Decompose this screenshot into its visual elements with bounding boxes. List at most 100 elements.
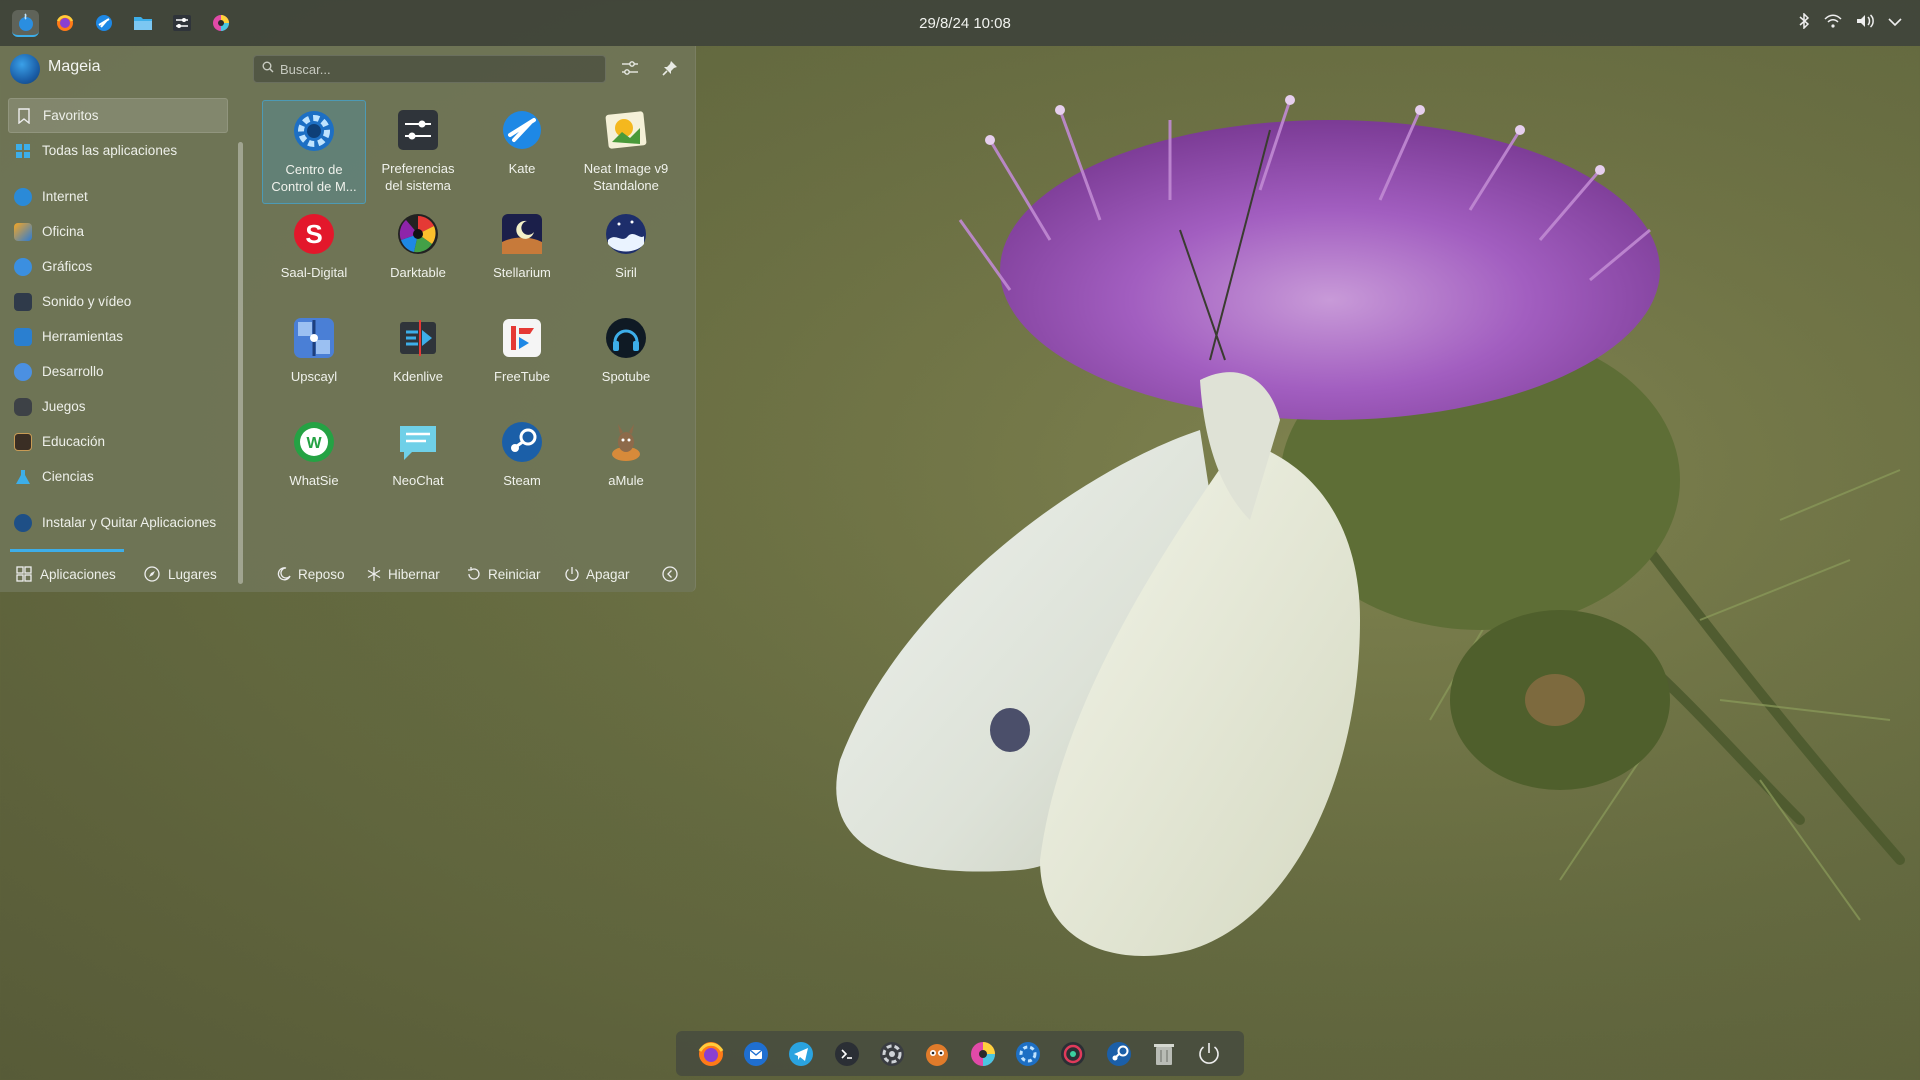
office-icon [14, 222, 32, 241]
svg-text:W: W [306, 435, 322, 452]
restart-label: Reiniciar [488, 566, 541, 582]
category-graphics[interactable]: Gráficos [8, 249, 228, 284]
app-control-center[interactable]: Centro de Control de M... [262, 100, 366, 204]
app-label: WhatSie [289, 473, 339, 488]
avatar[interactable] [10, 54, 40, 84]
category-label: Educación [42, 434, 106, 449]
system-settings-icon [394, 106, 442, 154]
restart-icon [466, 566, 482, 582]
search-box[interactable] [253, 55, 606, 83]
kate-icon[interactable] [90, 10, 117, 37]
pin-button[interactable] [656, 56, 684, 84]
svg-text:S: S [305, 219, 322, 249]
tab-applications[interactable]: Aplicaciones [10, 549, 124, 587]
bookmark-icon [15, 107, 33, 125]
app-kate[interactable]: Kate [470, 100, 574, 204]
whatsie-icon: W [290, 418, 338, 466]
app-freetube[interactable]: FreeTube [470, 308, 574, 412]
app-label: Upscayl [290, 369, 338, 384]
app-label: Saal-Digital [280, 265, 348, 280]
siril-icon [602, 210, 650, 258]
sidebar-scrollbar[interactable] [238, 142, 243, 584]
app-saal-digital[interactable]: S Saal-Digital [262, 204, 366, 308]
install-icon [14, 513, 32, 532]
app-neat-image[interactable]: Neat Image v9 Standalone [574, 100, 678, 204]
trash-icon[interactable] [1149, 1039, 1179, 1069]
firefox-icon[interactable] [696, 1039, 726, 1069]
restart-button[interactable]: Reiniciar [466, 561, 541, 587]
tab-places[interactable]: Lugares [144, 561, 217, 587]
app-spotube[interactable]: Spotube [574, 308, 678, 412]
category-tools[interactable]: Herramientas [8, 319, 228, 354]
steam-icon[interactable] [1104, 1039, 1134, 1069]
shutdown-button[interactable]: Apagar [564, 561, 630, 587]
category-internet[interactable]: Internet [8, 179, 228, 214]
tab-label: Aplicaciones [40, 566, 116, 582]
system-settings-icon[interactable] [168, 10, 195, 37]
mageia-menu-icon[interactable] [12, 9, 39, 37]
category-development[interactable]: Desarrollo [8, 354, 228, 389]
category-label: Internet [42, 189, 88, 204]
more-session-button[interactable] [662, 561, 678, 587]
app-neochat[interactable]: NeoChat [366, 412, 470, 516]
app-label: aMule [608, 473, 644, 488]
mageia-control-icon[interactable] [1013, 1039, 1043, 1069]
app-upscayl[interactable]: Upscayl [262, 308, 366, 412]
category-multimedia[interactable]: Sonido y vídeo [8, 284, 228, 319]
dock [676, 1031, 1244, 1076]
app-darktable[interactable]: Darktable [366, 204, 470, 308]
category-games[interactable]: Juegos [8, 389, 228, 424]
app-kdenlive[interactable]: Kdenlive [366, 308, 470, 412]
gamepad-icon [14, 397, 32, 416]
category-all-apps[interactable]: Todas las aplicaciones [8, 133, 228, 168]
terminal-icon[interactable] [832, 1039, 862, 1069]
app-whatsie[interactable]: W WhatSie [262, 412, 366, 516]
gimp-icon[interactable] [922, 1039, 952, 1069]
firefox-icon[interactable] [51, 10, 78, 37]
power-icon[interactable] [1194, 1039, 1224, 1069]
application-launcher: Mageia Favoritos Todas las aplicaciones [0, 46, 696, 592]
category-office[interactable]: Oficina [8, 214, 228, 249]
upscayl-icon [290, 314, 338, 362]
app-siril[interactable]: Siril [574, 204, 678, 308]
sliders-icon [621, 60, 639, 81]
neochat-icon [394, 418, 442, 466]
search-input[interactable] [280, 61, 580, 77]
saal-digital-icon: S [290, 210, 338, 258]
category-label: Herramientas [42, 329, 124, 344]
app-system-settings[interactable]: Preferencias del sistema [366, 100, 470, 204]
telegram-icon[interactable] [786, 1039, 816, 1069]
record-icon[interactable] [1058, 1039, 1088, 1069]
category-install-remove[interactable]: Instalar y Quitar Aplicaciones [8, 505, 228, 540]
app-label: Stellarium [493, 265, 551, 280]
panel-clock[interactable]: 29/8/24 10:08 [0, 15, 1920, 32]
thunderbird-icon[interactable] [741, 1039, 771, 1069]
configure-button[interactable] [616, 56, 644, 84]
control-center-icon [290, 107, 338, 155]
wifi-icon[interactable] [1824, 14, 1842, 33]
category-science[interactable]: Ciencias [8, 459, 228, 494]
category-label: Juegos [42, 399, 86, 414]
grid-icon [16, 566, 32, 582]
category-education[interactable]: Educación [8, 424, 228, 459]
grid-icon [14, 142, 32, 160]
development-icon [14, 362, 32, 381]
hibernate-button[interactable]: Hibernar [366, 561, 440, 587]
snowflake-icon [366, 566, 382, 582]
bluetooth-icon[interactable] [1798, 11, 1810, 34]
sleep-button[interactable]: Reposo [276, 561, 345, 587]
app-stellarium[interactable]: Stellarium [470, 204, 574, 308]
aperture-icon[interactable] [877, 1039, 907, 1069]
category-favorites[interactable]: Favoritos [8, 98, 228, 133]
app-amule[interactable]: aMule [574, 412, 678, 516]
app-steam[interactable]: Steam [470, 412, 574, 516]
file-manager-icon[interactable] [129, 10, 156, 37]
volume-icon[interactable] [1856, 13, 1874, 33]
app-color-icon[interactable] [968, 1039, 998, 1069]
category-label: Todas las aplicaciones [42, 143, 178, 158]
chevron-down-icon[interactable] [1888, 14, 1902, 32]
category-label: Instalar y Quitar Aplicaciones [42, 515, 217, 530]
app-label: Kdenlive [393, 369, 443, 384]
favorites-grid: Centro de Control de M... Preferencias del… [262, 100, 682, 516]
app-color-icon[interactable] [207, 10, 234, 37]
